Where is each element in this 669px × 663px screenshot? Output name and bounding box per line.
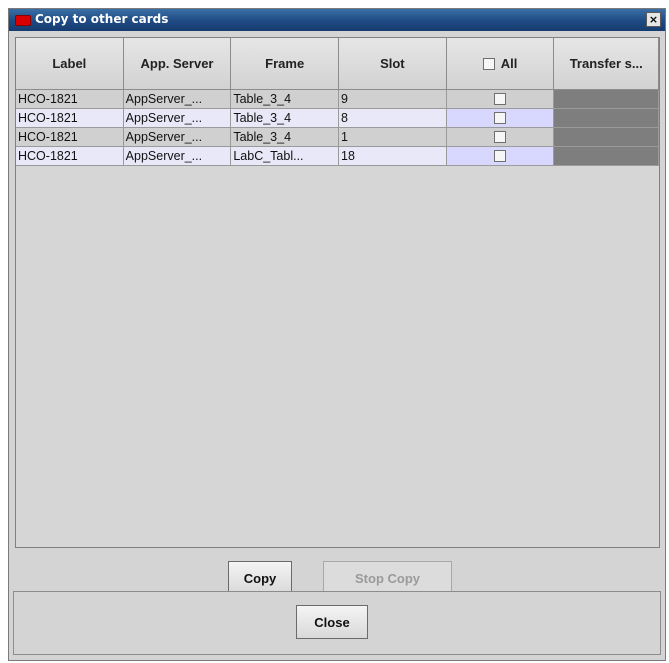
cell-slot: 9 bbox=[339, 90, 447, 109]
stop-copy-button[interactable]: Stop Copy bbox=[323, 561, 452, 595]
cell-select bbox=[446, 90, 555, 109]
table-body: HCO-1821 AppServer_... Table_3_4 9 HCO-1… bbox=[16, 90, 660, 166]
cell-label: HCO-1821 bbox=[16, 90, 124, 109]
cell-frame: Table_3_4 bbox=[231, 109, 340, 128]
cell-app-server: AppServer_... bbox=[123, 109, 232, 128]
table-header: Label App. Server Frame Slot All Transfe… bbox=[16, 38, 660, 90]
table-row[interactable]: HCO-1821 AppServer_... LabC_Tabl... 18 bbox=[16, 147, 660, 166]
cell-select bbox=[446, 109, 555, 128]
cell-transfer-status bbox=[554, 90, 660, 109]
cell-app-server: AppServer_... bbox=[123, 147, 232, 166]
table-row[interactable]: HCO-1821 AppServer_... Table_3_4 9 bbox=[16, 90, 660, 109]
column-header-slot[interactable]: Slot bbox=[339, 38, 447, 90]
cell-label: HCO-1821 bbox=[16, 128, 124, 147]
bottom-panel: Close bbox=[13, 591, 661, 655]
column-header-label[interactable]: Label bbox=[16, 38, 124, 90]
cell-slot: 18 bbox=[339, 147, 447, 166]
cell-slot: 1 bbox=[339, 128, 447, 147]
cell-transfer-status bbox=[554, 147, 660, 166]
row-checkbox[interactable] bbox=[494, 131, 507, 143]
row-checkbox[interactable] bbox=[494, 150, 507, 162]
cell-select bbox=[446, 147, 555, 166]
copy-button[interactable]: Copy bbox=[228, 561, 292, 595]
column-header-app-server[interactable]: App. Server bbox=[123, 38, 232, 90]
dialog-title: Copy to other cards bbox=[35, 12, 169, 26]
title-bar[interactable]: Copy to other cards × bbox=[9, 9, 665, 31]
close-button[interactable]: Close bbox=[296, 605, 368, 639]
app-window-icon bbox=[15, 15, 31, 26]
column-header-frame[interactable]: Frame bbox=[231, 38, 340, 90]
copy-dialog: Copy to other cards × Label App. Server … bbox=[8, 8, 666, 661]
column-header-transfer-status[interactable]: Transfer s... bbox=[554, 38, 660, 90]
close-icon[interactable]: × bbox=[646, 12, 661, 27]
cell-slot: 8 bbox=[339, 109, 447, 128]
cell-app-server: AppServer_... bbox=[123, 128, 232, 147]
row-checkbox[interactable] bbox=[494, 112, 507, 124]
column-header-all[interactable]: All bbox=[446, 38, 555, 90]
cards-table: Label App. Server Frame Slot All Transfe… bbox=[15, 37, 660, 548]
table-row[interactable]: HCO-1821 AppServer_... Table_3_4 1 bbox=[16, 128, 660, 147]
cell-frame: LabC_Tabl... bbox=[231, 147, 340, 166]
cell-transfer-status bbox=[554, 128, 660, 147]
cell-app-server: AppServer_... bbox=[123, 90, 232, 109]
select-all-label: All bbox=[500, 56, 518, 71]
cell-transfer-status bbox=[554, 109, 660, 128]
cell-label: HCO-1821 bbox=[16, 109, 124, 128]
cell-frame: Table_3_4 bbox=[231, 128, 340, 147]
cell-label: HCO-1821 bbox=[16, 147, 124, 166]
select-all-checkbox[interactable] bbox=[482, 57, 495, 70]
table-row[interactable]: HCO-1821 AppServer_... Table_3_4 8 bbox=[16, 109, 660, 128]
cell-select bbox=[446, 128, 555, 147]
cell-frame: Table_3_4 bbox=[231, 90, 340, 109]
row-checkbox[interactable] bbox=[494, 93, 507, 105]
